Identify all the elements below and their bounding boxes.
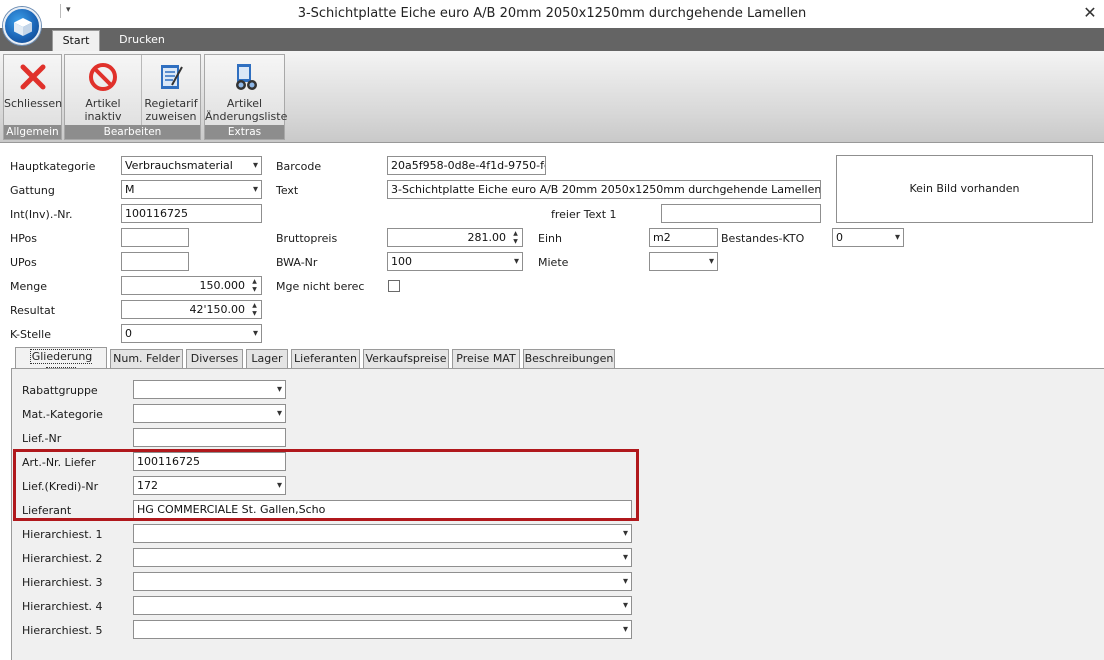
mge-nicht-label: Mge nicht berec <box>276 280 365 293</box>
einh-input[interactable]: m2 <box>649 228 718 247</box>
tab-lieferanten[interactable]: Lieferanten <box>291 349 360 369</box>
freier-text-label: freier Text 1 <box>551 208 617 221</box>
hierarchiest-4-select[interactable] <box>133 596 632 615</box>
tab-lager[interactable]: Lager <box>246 349 288 369</box>
cube-icon <box>14 18 32 36</box>
close-x-icon <box>20 64 45 90</box>
tab-diverses[interactable]: Diverses <box>186 349 243 369</box>
int-nr-label: Int(Inv).-Nr. <box>10 208 73 221</box>
hierarchiest-3-label: Hierarchiest. 3 <box>22 576 103 589</box>
aenderungsliste-label-1: Artikel <box>226 97 263 110</box>
ribbon-group-bearbeiten: Artikel inaktiv setzen Regietarif zuweis… <box>64 54 201 140</box>
quick-access-dropdown-icon[interactable]: ▾ <box>66 5 71 15</box>
artikel-inaktiv-label-1: Artikel <box>85 97 121 110</box>
ribbon-tab-start[interactable]: Start <box>52 30 100 51</box>
window-title: 3-Schichtplatte Eiche euro A/B 20mm 2050… <box>297 6 807 21</box>
bruttopreis-label: Bruttopreis <box>276 232 338 245</box>
artikel-inaktiv-button[interactable]: Artikel inaktiv setzen <box>67 55 139 136</box>
schliessen-button[interactable]: Schliessen <box>4 55 63 127</box>
mge-nicht-checkbox[interactable] <box>388 280 400 292</box>
gattung-select[interactable]: M <box>121 180 262 199</box>
hauptkategorie-select[interactable]: Verbrauchsmaterial <box>121 156 262 175</box>
bwa-nr-label: BWA-Nr <box>276 256 318 269</box>
kstelle-select[interactable]: 0 <box>121 324 262 343</box>
hierarchiest-5-select[interactable] <box>133 620 632 639</box>
rabattgruppe-label: Rabattgruppe <box>22 384 98 397</box>
lief-nr-input[interactable] <box>133 428 286 447</box>
bruttopreis-value: 281.00 <box>467 231 507 244</box>
spin-arrows-icon[interactable]: ▲ ▼ <box>511 230 520 246</box>
hierarchiest-5-label: Hierarchiest. 5 <box>22 624 103 637</box>
rabattgruppe-select[interactable] <box>133 380 286 399</box>
text-input[interactable]: 3-Schichtplatte Eiche euro A/B 20mm 2050… <box>387 180 821 199</box>
hpos-label: HPos <box>10 232 37 245</box>
lief-nr-label: Lief.-Nr <box>22 432 62 445</box>
notepad-icon <box>161 65 183 89</box>
window-close-button[interactable]: ✕ <box>1080 3 1100 23</box>
tab-beschreibungen[interactable]: Beschreibungen <box>523 349 615 369</box>
hierarchiest-1-select[interactable] <box>133 524 632 543</box>
einh-label: Einh <box>538 232 562 245</box>
menge-label: Menge <box>10 280 47 293</box>
ribbon-tab-drucken[interactable]: Drucken <box>112 28 172 51</box>
hierarchiest-1-label: Hierarchiest. 1 <box>22 528 103 541</box>
barcode-input[interactable]: 20a5f958-0d8e-4f1d-9750-fc39 <box>387 156 546 175</box>
tab-preise-mat[interactable]: Preise MAT <box>452 349 520 369</box>
ribbon-group-allgemein: Schliessen Allgemein <box>3 54 62 140</box>
menge-spinner[interactable]: 150.000 ▲ ▼ <box>121 276 262 295</box>
barcode-label: Barcode <box>276 160 322 173</box>
quick-access-separator <box>60 4 61 18</box>
aenderungsliste-label-2: Änderungsliste <box>205 110 288 123</box>
miete-select[interactable] <box>649 252 718 271</box>
mat-kategorie-select[interactable] <box>133 404 286 423</box>
ribbon: Schliessen Allgemein Artikel inaktiv set… <box>0 51 1104 143</box>
miete-label: Miete <box>538 256 569 269</box>
image-placeholder: Kein Bild vorhanden <box>836 155 1093 223</box>
tab-gliederung-test[interactable]: Gliederung TEST <box>15 347 107 382</box>
bruttopreis-spinner[interactable]: 281.00 ▲ ▼ <box>387 228 523 247</box>
hauptkategorie-label: Hauptkategorie <box>10 160 96 173</box>
spin-arrows-icon[interactable]: ▲ ▼ <box>250 278 259 294</box>
kstelle-label: K-Stelle <box>10 328 51 341</box>
hierarchiest-2-label: Hierarchiest. 2 <box>22 552 103 565</box>
hpos-input[interactable] <box>121 228 189 247</box>
text-label: Text <box>276 184 299 197</box>
regietarif-button[interactable]: Regietarif zuweisen <box>141 55 200 127</box>
menge-value: 150.000 <box>199 279 246 292</box>
bwa-nr-select[interactable]: 100 <box>387 252 523 271</box>
group-label-bearbeiten: Bearbeiten <box>65 125 200 139</box>
regietarif-label-1: Regietarif <box>144 97 198 110</box>
hierarchiest-3-select[interactable] <box>133 572 632 591</box>
tab-num-felder[interactable]: Num. Felder <box>110 349 183 369</box>
upos-input[interactable] <box>121 252 189 271</box>
binoculars-icon <box>235 64 257 90</box>
resultat-label: Resultat <box>10 304 56 317</box>
mat-kategorie-label: Mat.-Kategorie <box>22 408 103 421</box>
freier-text-input[interactable] <box>661 204 821 223</box>
application-menu-button[interactable] <box>3 7 41 45</box>
group-label-allgemein: Allgemein <box>4 125 61 139</box>
artikel-aenderungsliste-button[interactable]: Artikel Änderungsliste <box>205 55 288 127</box>
spin-arrows-icon[interactable]: ▲ ▼ <box>250 302 259 318</box>
ribbon-tab-strip: Start Drucken <box>0 28 1104 51</box>
group-label-extras: Extras <box>205 125 284 139</box>
schliessen-label: Schliessen <box>4 97 63 110</box>
highlight-box <box>13 449 639 521</box>
prohibited-icon <box>89 63 117 91</box>
regietarif-label-2: zuweisen <box>145 110 197 123</box>
bestandes-kto-label: Bestandes-KTO <box>721 232 805 245</box>
int-nr-input[interactable]: 100116725 <box>121 204 262 223</box>
hierarchiest-4-label: Hierarchiest. 4 <box>22 600 103 613</box>
resultat-value: 42'150.00 <box>189 303 245 316</box>
bestandes-kto-select[interactable]: 0 <box>832 228 904 247</box>
upos-label: UPos <box>10 256 37 269</box>
hierarchiest-2-select[interactable] <box>133 548 632 567</box>
tab-verkaufspreise[interactable]: Verkaufspreise <box>363 349 449 369</box>
ribbon-group-extras: Artikel Änderungsliste Extras <box>204 54 288 140</box>
resultat-spinner[interactable]: 42'150.00 ▲ ▼ <box>121 300 262 319</box>
gattung-label: Gattung <box>10 184 55 197</box>
